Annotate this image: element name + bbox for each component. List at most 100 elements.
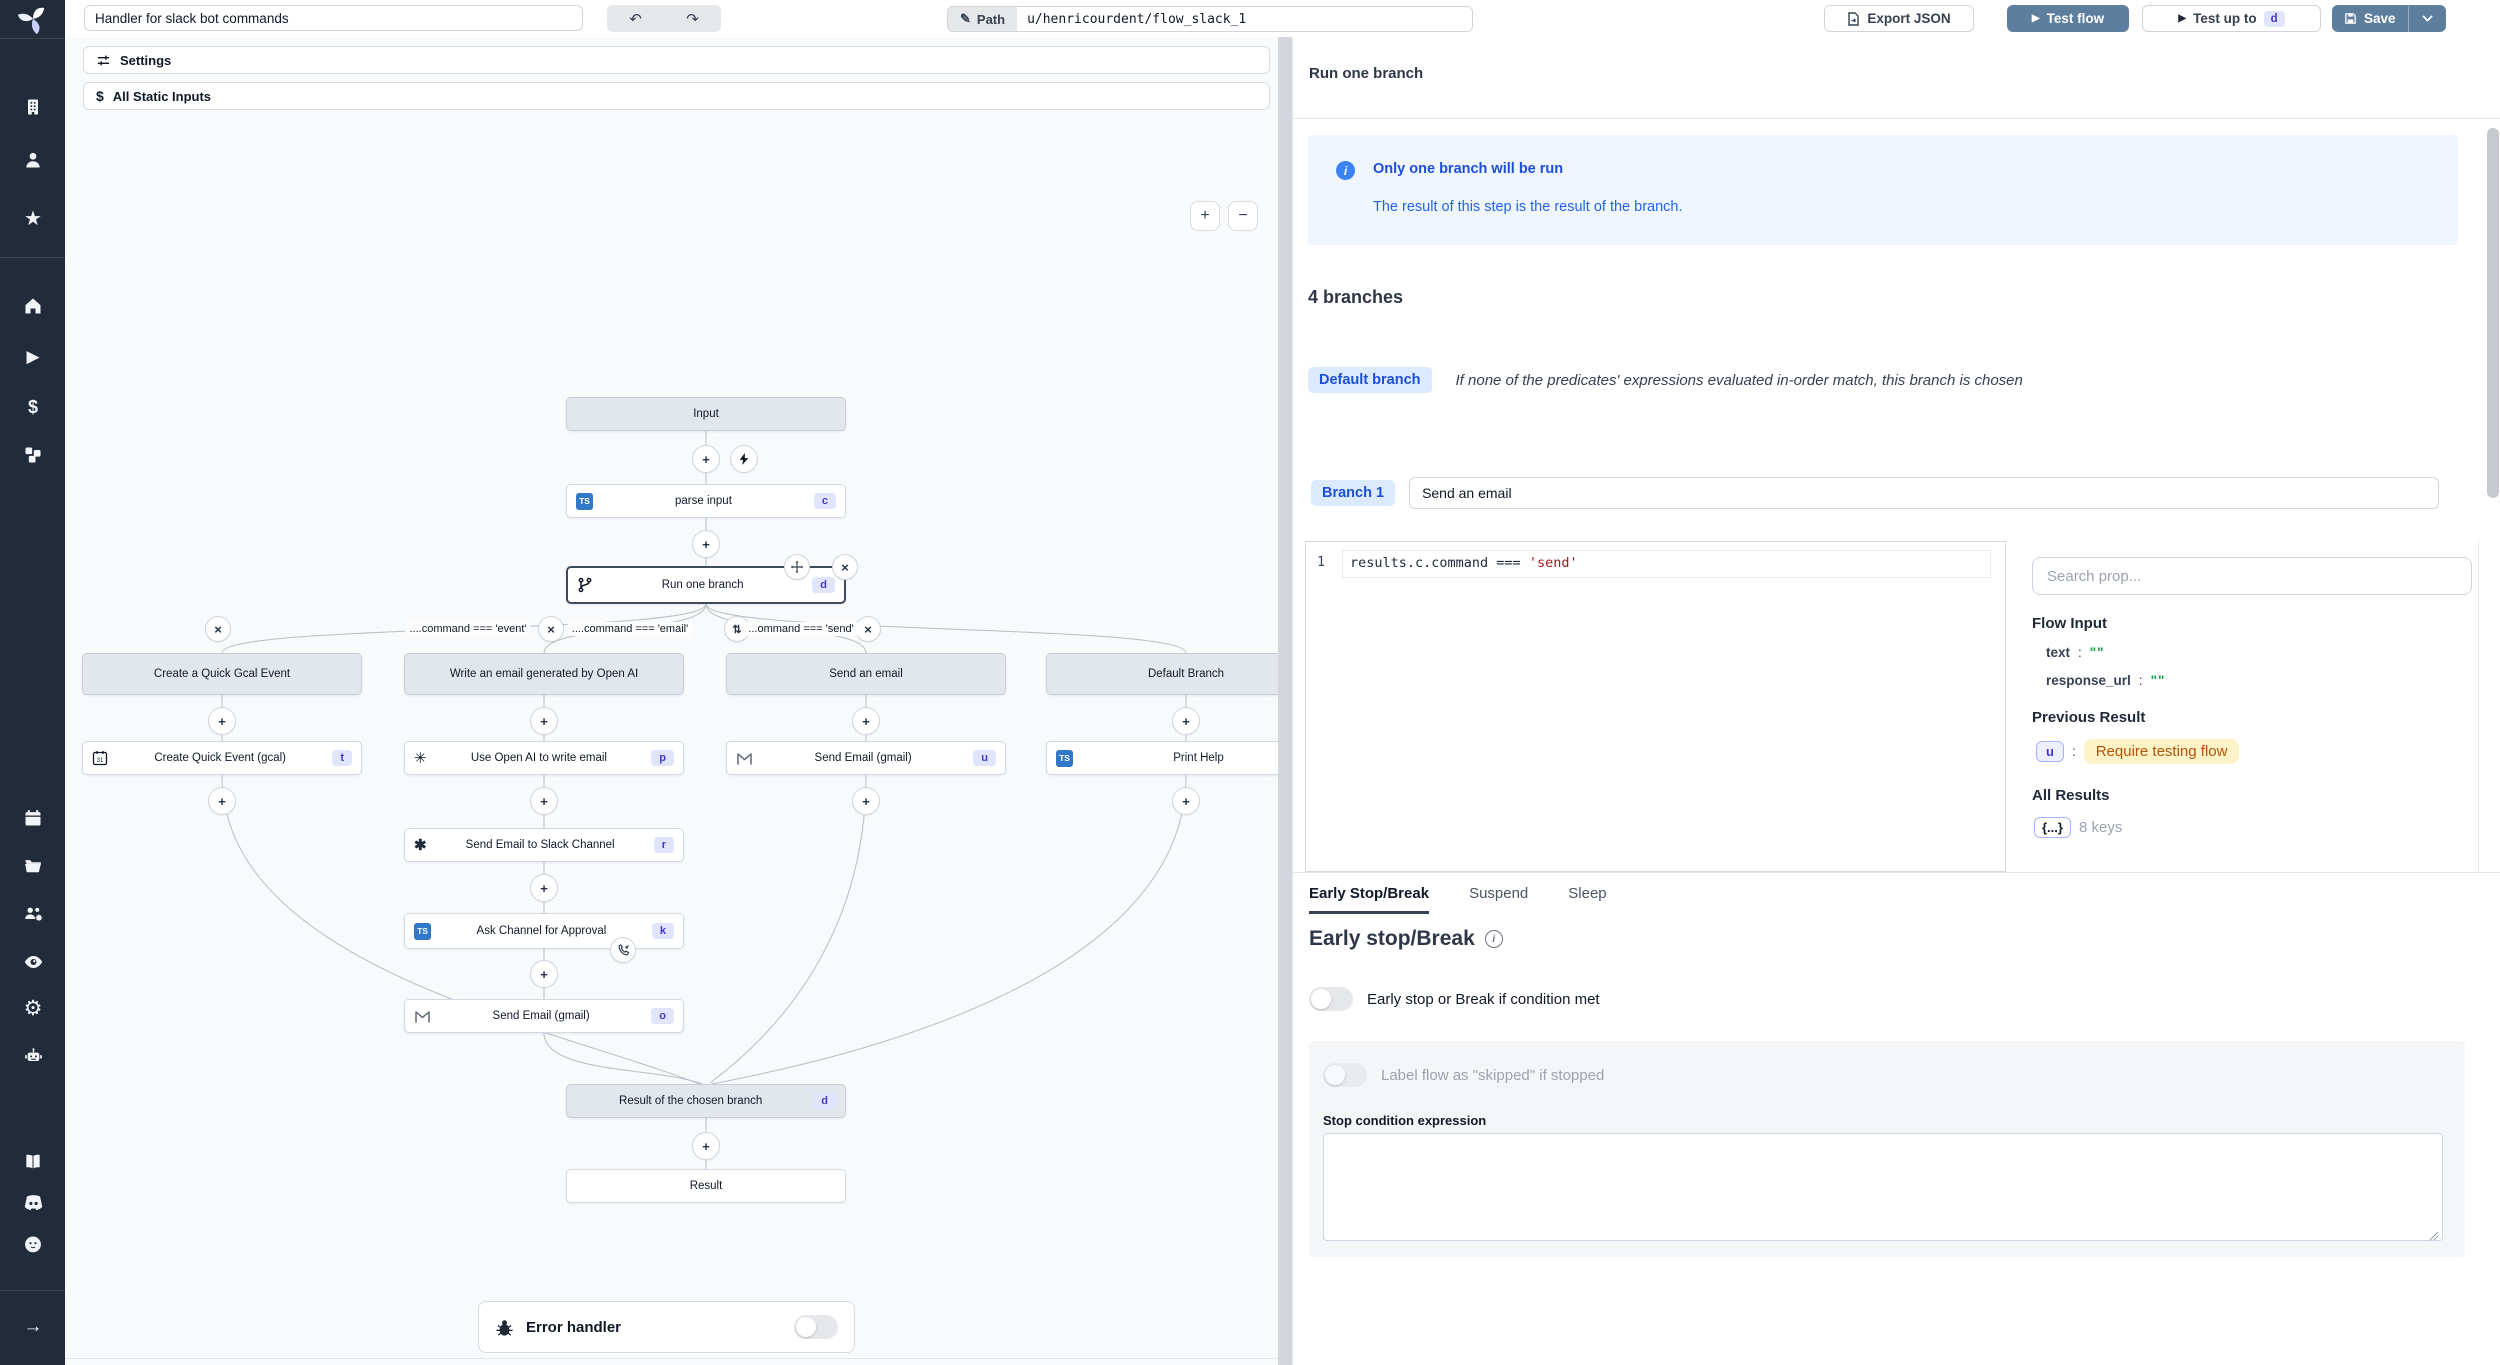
flow-node-merge[interactable]: Result of the chosen branchd bbox=[566, 1084, 846, 1118]
branch-summary-input[interactable] bbox=[1409, 477, 2439, 509]
sidebar-item-calendar[interactable] bbox=[13, 798, 53, 838]
cubes-icon bbox=[23, 445, 43, 465]
branch-condition-label[interactable]: ....command === 'email' bbox=[568, 622, 692, 636]
export-icon bbox=[1847, 12, 1860, 26]
predicate-code-editor[interactable]: 1 results.c.command === 'send' bbox=[1305, 541, 2006, 872]
add-step-button[interactable]: + bbox=[530, 707, 558, 735]
add-step-button[interactable]: + bbox=[852, 787, 880, 815]
info-icon: i bbox=[1485, 930, 1503, 948]
sidebar-item-users-gear[interactable] bbox=[13, 894, 53, 934]
add-step-button[interactable]: + bbox=[692, 530, 720, 558]
suspend-phone-button[interactable] bbox=[610, 937, 636, 963]
previous-result-row[interactable]: u : Require testing flow bbox=[2036, 739, 2239, 764]
sidebar-item-book[interactable] bbox=[13, 1142, 53, 1182]
prop-row[interactable]: text:"" bbox=[2046, 645, 2105, 660]
path-label[interactable]: ✎ Path bbox=[948, 7, 1017, 31]
pencil-icon: ✎ bbox=[960, 11, 971, 27]
path-field: ✎ Path bbox=[947, 6, 1473, 32]
redo-button[interactable]: ↷ bbox=[664, 5, 721, 32]
flow-node-bh_gcal[interactable]: Create a Quick Gcal Event bbox=[82, 653, 362, 695]
early-stop-toggle[interactable] bbox=[1309, 987, 1353, 1011]
error-handler-card[interactable]: Error handler bbox=[478, 1301, 855, 1353]
add-step-button[interactable]: + bbox=[692, 1132, 720, 1160]
delete-branch-button[interactable]: × bbox=[538, 616, 564, 642]
add-step-button[interactable]: + bbox=[208, 707, 236, 735]
move-icon bbox=[790, 560, 804, 574]
flow-node-st_openai[interactable]: ✳Use Open AI to write emailp bbox=[404, 741, 684, 775]
flow-title-input[interactable] bbox=[84, 5, 583, 31]
panel-resizer[interactable] bbox=[1278, 37, 1292, 1365]
flow-node-result[interactable]: Result bbox=[566, 1169, 846, 1203]
sidebar-item-discord[interactable] bbox=[13, 1183, 53, 1223]
save-dropdown-button[interactable] bbox=[2408, 5, 2446, 32]
sidebar-item-gear[interactable]: ⚙ bbox=[13, 988, 53, 1028]
all-results-row[interactable]: {...} 8 keys bbox=[2034, 817, 2122, 838]
branch-condition-label[interactable]: ....command === 'event' bbox=[405, 622, 530, 636]
flow-node-st_slack[interactable]: ✱Send Email to Slack Channelr bbox=[404, 828, 684, 862]
sidebar-item-user[interactable] bbox=[13, 140, 53, 180]
add-step-button[interactable]: + bbox=[852, 707, 880, 735]
add-step-button[interactable]: + bbox=[692, 445, 720, 473]
sidebar-item-home[interactable] bbox=[13, 286, 53, 326]
path-input[interactable] bbox=[1017, 7, 1472, 31]
add-step-button[interactable]: + bbox=[1172, 787, 1200, 815]
sidebar-item-star[interactable]: ★ bbox=[13, 198, 53, 238]
sidebar-item-play[interactable]: ▶ bbox=[13, 337, 53, 377]
flow-node-st_gcal[interactable]: 31Create Quick Event (gcal)t bbox=[82, 741, 362, 775]
save-button[interactable]: Save bbox=[2332, 5, 2408, 32]
stop-condition-textarea[interactable] bbox=[1323, 1133, 2443, 1241]
move-step-button[interactable] bbox=[784, 554, 810, 580]
add-step-button[interactable]: + bbox=[530, 787, 558, 815]
tab-sleep[interactable]: Sleep bbox=[1568, 873, 1606, 914]
zoom-out-button[interactable]: − bbox=[1228, 201, 1258, 231]
label-skipped-toggle[interactable] bbox=[1323, 1063, 1367, 1087]
add-step-button[interactable]: + bbox=[530, 874, 558, 902]
step-id-badge: c bbox=[814, 493, 836, 509]
flow-node-st_print[interactable]: TSPrint Help bbox=[1046, 741, 1278, 775]
sidebar-item-arrow-right[interactable]: → bbox=[13, 1307, 53, 1347]
error-handler-toggle[interactable] bbox=[794, 1315, 838, 1339]
delete-branch-button[interactable]: × bbox=[855, 616, 881, 642]
windmill-logo-icon[interactable] bbox=[14, 2, 52, 36]
tab-early-stop-break[interactable]: Early Stop/Break bbox=[1309, 873, 1429, 914]
sidebar-item-dollar[interactable]: $ bbox=[13, 387, 53, 427]
trigger-bolt-button[interactable] bbox=[730, 445, 758, 473]
flow-node-bh_default[interactable]: Default Branch bbox=[1046, 653, 1278, 695]
flow-node-st_gmail1[interactable]: Send Email (gmail)u bbox=[726, 741, 1006, 775]
branches-heading: 4 branches bbox=[1308, 287, 1403, 308]
user-icon bbox=[23, 150, 43, 170]
zoom-in-button[interactable]: + bbox=[1190, 201, 1220, 231]
flow-node-st_gmail2[interactable]: Send Email (gmail)o bbox=[404, 999, 684, 1033]
delete-step-button[interactable]: × bbox=[832, 554, 858, 580]
sidebar-item-robot[interactable] bbox=[13, 1036, 53, 1076]
flow-node-bh_send[interactable]: Send an email bbox=[726, 653, 1006, 695]
tab-suspend[interactable]: Suspend bbox=[1469, 873, 1528, 914]
search-prop-input[interactable] bbox=[2032, 557, 2472, 595]
test-up-to-button[interactable]: ▶ Test up to d bbox=[2142, 5, 2321, 32]
sidebar-item-eye[interactable] bbox=[13, 942, 53, 982]
flow-node-input[interactable]: Input bbox=[566, 397, 846, 431]
gmail-icon bbox=[414, 1009, 431, 1024]
add-step-button[interactable]: + bbox=[1172, 707, 1200, 735]
undo-button[interactable]: ↶ bbox=[607, 5, 664, 32]
branch-condition-label[interactable]: ...ommand === 'send' bbox=[744, 622, 857, 636]
add-step-button[interactable]: + bbox=[530, 960, 558, 988]
early-stop-heading: Early stop/Break i bbox=[1309, 927, 1503, 951]
eye-icon bbox=[23, 952, 44, 972]
label-skipped-label: Label flow as "skipped" if stopped bbox=[1381, 1067, 1604, 1084]
node-label: Ask Channel for Approval bbox=[439, 925, 644, 937]
add-step-button[interactable]: + bbox=[208, 787, 236, 815]
sidebar-item-building[interactable] bbox=[13, 87, 53, 127]
delete-branch-button[interactable]: × bbox=[205, 616, 231, 642]
flow-node-parse_input[interactable]: TSparse inputc bbox=[566, 484, 846, 518]
sidebar-item-folder[interactable] bbox=[13, 846, 53, 886]
flow-node-st_approval[interactable]: TSAsk Channel for Approvalk bbox=[404, 913, 684, 949]
flow-node-bh_openai[interactable]: Write an email generated by Open AI bbox=[404, 653, 684, 695]
sidebar-item-github[interactable] bbox=[13, 1224, 53, 1264]
export-json-button[interactable]: Export JSON bbox=[1824, 5, 1974, 32]
test-flow-button[interactable]: ▶ Test flow bbox=[2007, 5, 2129, 32]
scrollbar-thumb[interactable] bbox=[2487, 128, 2499, 498]
prop-row[interactable]: response_url:"" bbox=[2046, 673, 2165, 688]
sidebar-item-cubes[interactable] bbox=[13, 435, 53, 475]
info-banner: i Only one branch will be run The result… bbox=[1308, 135, 2458, 245]
